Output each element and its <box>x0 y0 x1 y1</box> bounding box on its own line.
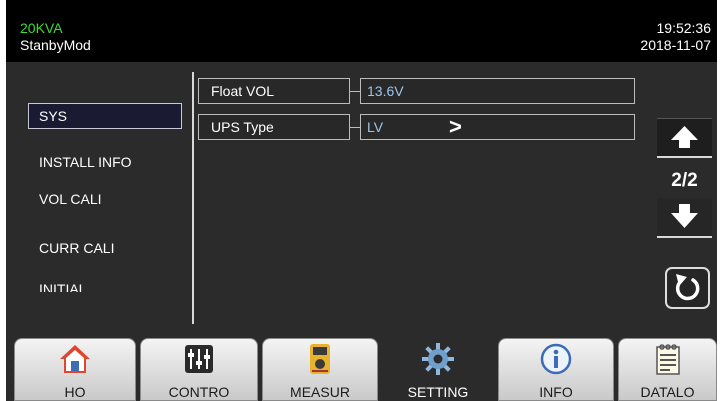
sidebar-divider <box>192 72 194 324</box>
arrow-up-icon <box>671 126 698 148</box>
capacity-label: 20KVA <box>20 20 63 36</box>
arrow-down-icon <box>671 204 698 228</box>
nav-label-control: CONTRO <box>168 384 230 400</box>
nav-label-info: INFO <box>539 384 573 400</box>
param-value-float-vol: 13.6V <box>360 78 635 104</box>
sidebar-item-vol-cali[interactable]: VOL CALI <box>29 186 183 212</box>
mode-label: StanbyMod <box>20 37 91 53</box>
sidebar-item-install-info[interactable]: INSTALL INFO <box>29 149 183 175</box>
nav-control-button[interactable]: CONTRO <box>140 338 258 401</box>
param-connector <box>350 127 360 128</box>
settings-sidebar: SYS INSTALL INFO VOL CALI CURR CALI INIT… <box>6 72 192 322</box>
param-value-ups-type[interactable]: LV > <box>360 114 635 140</box>
sidebar-item-curr-cali[interactable]: CURR CALI <box>29 235 183 261</box>
info-icon <box>540 343 572 375</box>
nav-datalog-button[interactable]: DATALO <box>618 338 717 401</box>
status-bar: 20KVA StanbyMod 19:52:36 2018-11-07 <box>6 0 717 62</box>
refresh-icon <box>675 274 700 301</box>
sidebar-item-initial[interactable]: INITIAL <box>29 276 183 292</box>
page-indicator: 2/2 <box>671 170 698 191</box>
param-value-text: LV <box>367 119 384 135</box>
refresh-button[interactable] <box>665 267 710 309</box>
sidebar-item-sys[interactable]: SYS <box>28 103 182 129</box>
page-down-button[interactable] <box>657 198 712 238</box>
param-label-ups-type: UPS Type <box>198 114 350 140</box>
nav-setting-button[interactable]: SETTING <box>382 338 494 401</box>
bottom-navigation: HO CONTRO MEASUR SETTING INFO DATALO <box>6 330 717 401</box>
param-label-float-vol: Float VOL <box>198 78 350 104</box>
nav-label-measure: MEASUR <box>290 384 350 400</box>
control-sliders-icon <box>185 345 213 373</box>
home-icon <box>60 345 90 373</box>
chevron-right-icon: > <box>449 114 462 139</box>
nav-home-button[interactable]: HO <box>14 338 136 401</box>
nav-label-home: HO <box>64 384 86 400</box>
multimeter-icon <box>310 344 330 374</box>
gear-icon <box>422 343 454 375</box>
nav-label-datalog: DATALO <box>640 384 695 400</box>
page-up-button[interactable] <box>657 118 712 158</box>
ups-screen: 20KVA StanbyMod 19:52:36 2018-11-07 SYS … <box>6 0 717 401</box>
data-log-icon <box>655 344 680 375</box>
param-connector <box>350 91 360 92</box>
nav-measure-button[interactable]: MEASUR <box>262 338 378 401</box>
nav-info-button[interactable]: INFO <box>498 338 614 401</box>
nav-label-setting: SETTING <box>407 384 469 400</box>
